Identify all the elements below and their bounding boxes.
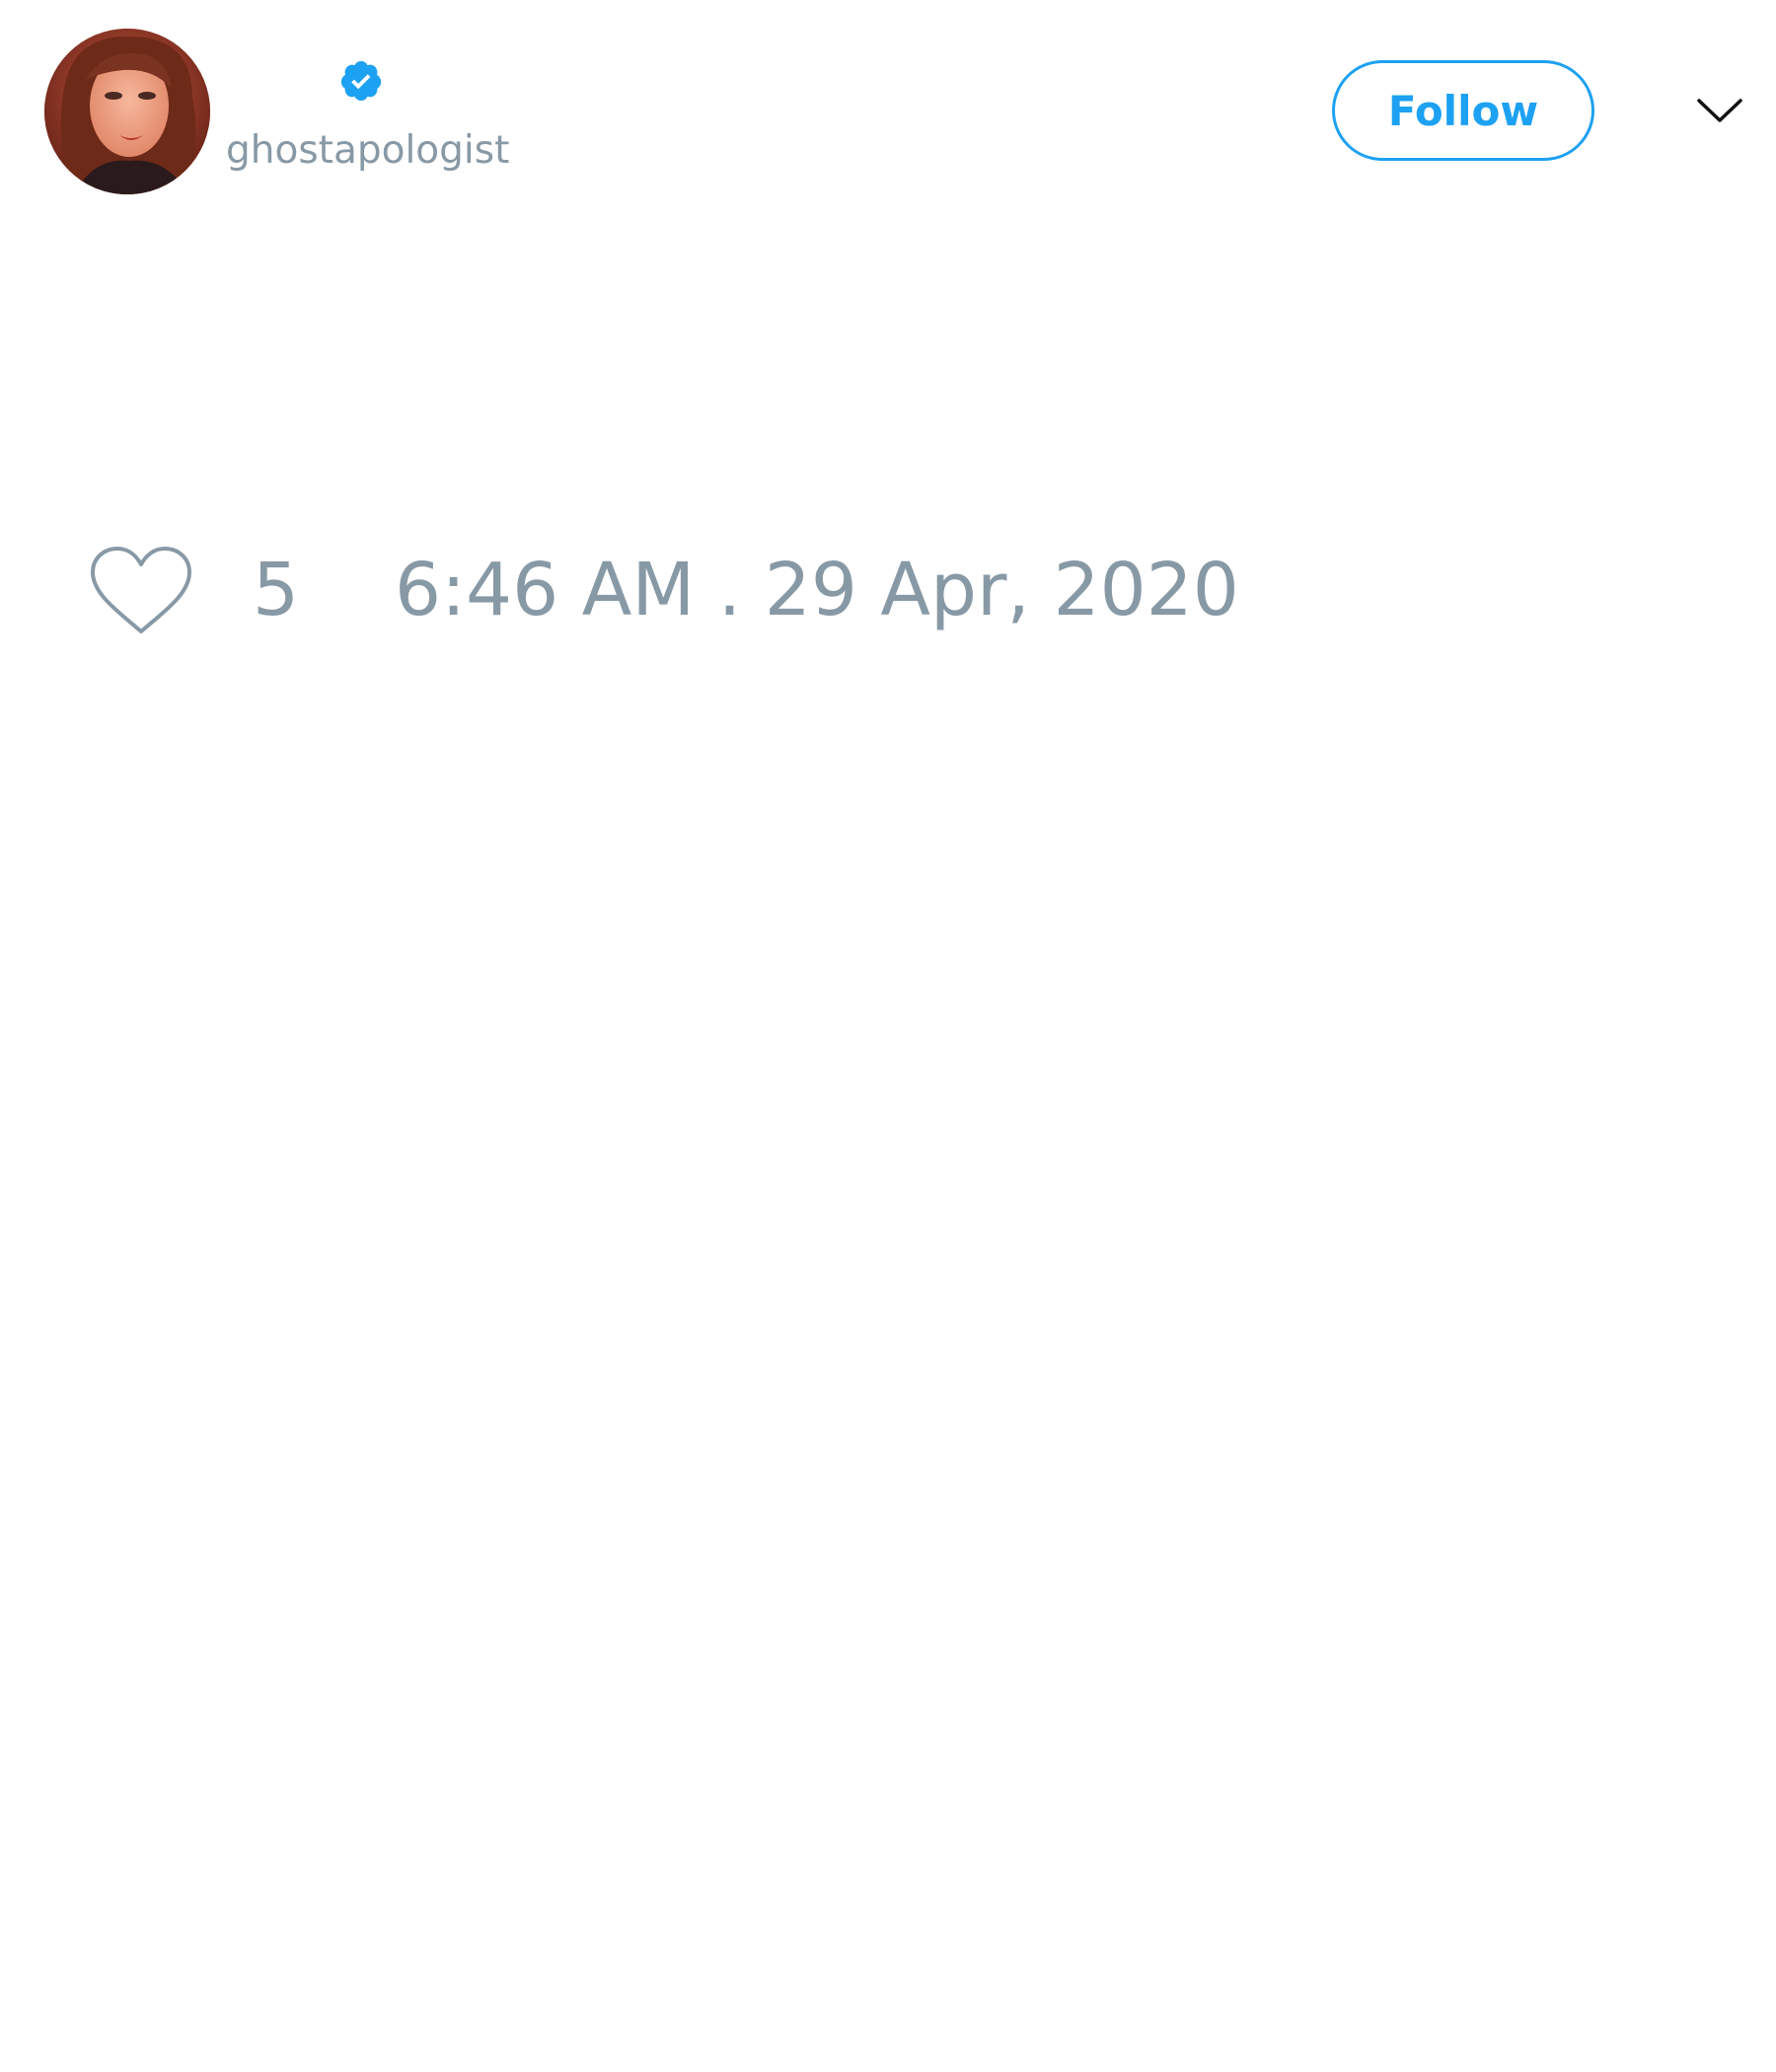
tweet-timestamp[interactable]: 6:46 AM . 29 Apr, 2020	[395, 541, 1239, 639]
follow-button[interactable]: Follow	[1332, 60, 1594, 161]
author-handle[interactable]: ghostapologist	[226, 124, 509, 178]
like-count: 5	[253, 548, 300, 632]
chevron-down-icon[interactable]	[1695, 91, 1744, 130]
heart-icon[interactable]	[89, 545, 193, 637]
verified-badge-icon	[340, 60, 382, 102]
avatar[interactable]	[44, 29, 210, 194]
